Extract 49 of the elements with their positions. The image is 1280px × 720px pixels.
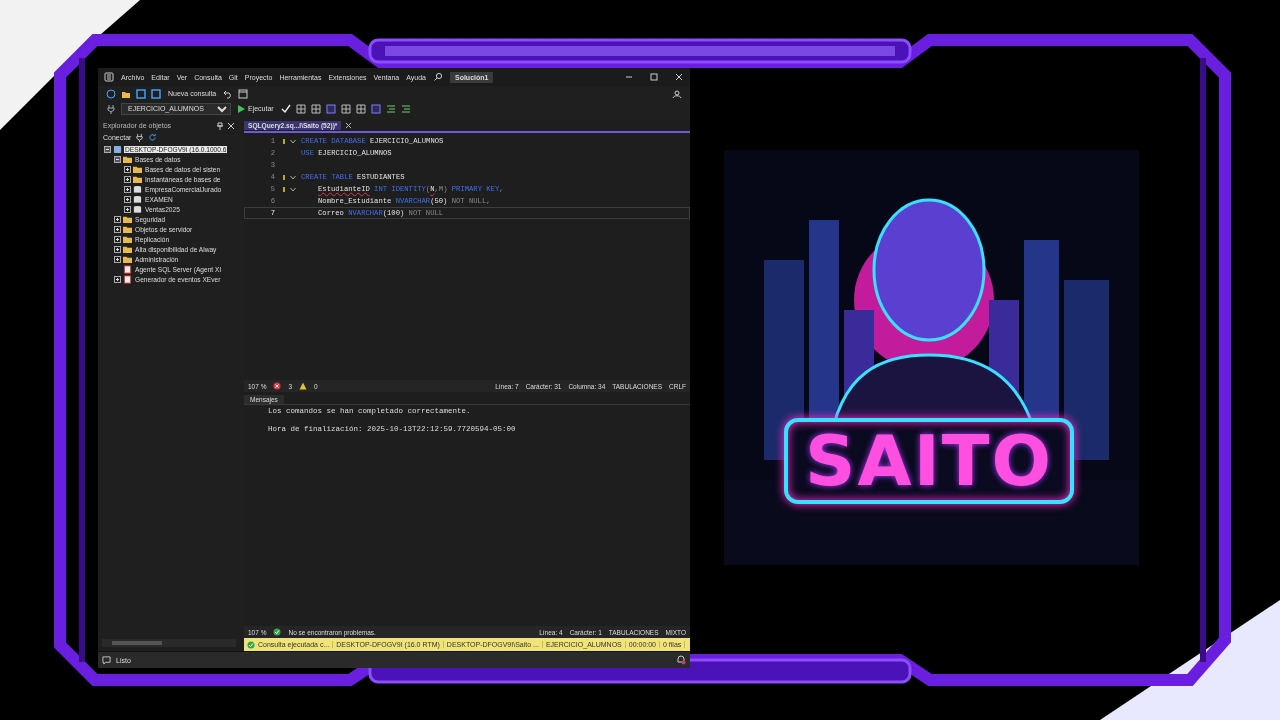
expand-icon[interactable]: [114, 235, 121, 243]
square-icon[interactable]: [370, 103, 381, 114]
list-icon[interactable]: [385, 103, 396, 114]
expand-icon[interactable]: [124, 165, 131, 173]
expand-icon[interactable]: [114, 225, 121, 233]
fold-icon[interactable]: [290, 186, 296, 192]
database-icon: [133, 204, 142, 214]
grid-icon[interactable]: [295, 103, 306, 114]
database-icon: [133, 194, 142, 204]
scrollbar[interactable]: [102, 639, 236, 647]
expand-icon[interactable]: [124, 175, 131, 183]
fold-icon[interactable]: [290, 174, 296, 180]
square-icon[interactable]: [325, 103, 336, 114]
close-icon[interactable]: [674, 72, 684, 82]
check-icon[interactable]: [280, 103, 291, 114]
fold-icon[interactable]: [290, 138, 296, 144]
undo-icon[interactable]: [223, 88, 234, 99]
expand-icon[interactable]: [114, 275, 121, 283]
expand-icon[interactable]: [124, 185, 131, 193]
expand-icon[interactable]: [114, 215, 121, 223]
grid-icon[interactable]: [355, 103, 366, 114]
expand-icon[interactable]: [124, 205, 131, 213]
collapse-icon[interactable]: [114, 155, 121, 163]
search-icon[interactable]: [432, 72, 443, 82]
check-icon: [273, 628, 282, 636]
warning-icon: [299, 382, 308, 390]
plug-icon[interactable]: [106, 103, 116, 114]
maximize-icon[interactable]: [649, 72, 659, 82]
window-icon[interactable]: [238, 88, 249, 99]
server-icon: [113, 144, 122, 154]
app-logo-icon: [104, 72, 114, 82]
grid-icon[interactable]: [340, 103, 351, 114]
expand-icon[interactable]: [114, 245, 121, 253]
neon-logo: SAITO: [784, 418, 1074, 504]
close-icon[interactable]: [227, 121, 235, 130]
pin-icon[interactable]: [216, 121, 224, 130]
list-icon[interactable]: [400, 103, 411, 114]
grid-icon[interactable]: [310, 103, 321, 114]
play-icon: [238, 104, 245, 113]
check-icon: [247, 640, 255, 649]
close-icon[interactable]: [345, 122, 353, 129]
expand-icon[interactable]: [124, 195, 131, 203]
database-icon: [133, 184, 142, 194]
plug-icon[interactable]: [135, 133, 145, 142]
notification-icon[interactable]: [676, 655, 686, 665]
chat-icon: [102, 655, 111, 665]
error-icon: [273, 382, 282, 390]
expand-icon[interactable]: [114, 255, 121, 263]
collapse-icon[interactable]: [104, 145, 111, 153]
